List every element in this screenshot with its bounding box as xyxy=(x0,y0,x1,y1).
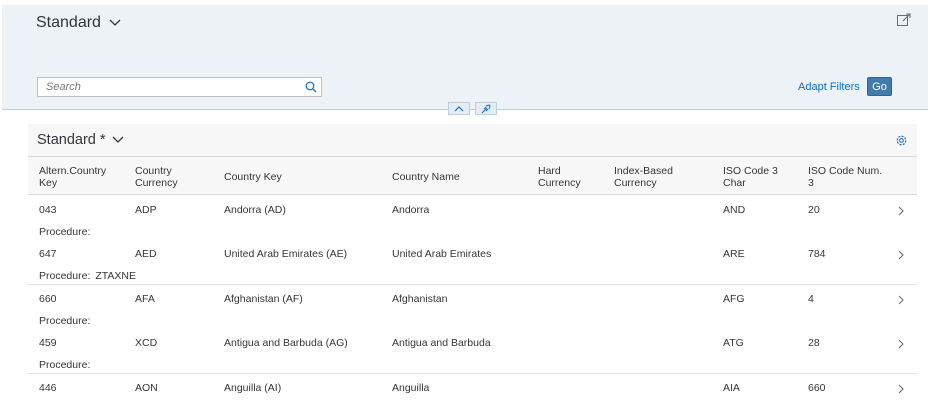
table-row[interactable]: 043 ADP Andorra (AD) Andorra AND 20 Proc… xyxy=(28,196,917,241)
variant-management[interactable]: Standard xyxy=(36,14,121,32)
go-button[interactable]: Go xyxy=(867,77,892,96)
cell-altern-country-key: 446 xyxy=(39,382,57,394)
table-row[interactable]: 459 XCD Antigua and Barbuda (AG) Antigua… xyxy=(28,329,917,374)
cell-country-currency: ADP xyxy=(135,204,157,216)
cell-iso-code-3-char: ATG xyxy=(723,337,744,349)
column-header-country-name[interactable]: Country Name xyxy=(392,171,460,183)
column-header-index-based-currency[interactable]: Index-Based Currency xyxy=(614,165,673,189)
pin-header-button[interactable] xyxy=(475,102,497,115)
table-title: Standard * xyxy=(37,132,106,148)
chevron-right-icon[interactable] xyxy=(897,250,905,260)
chevron-right-icon[interactable] xyxy=(897,295,905,305)
column-header-country-key[interactable]: Country Key xyxy=(224,171,282,183)
procedure-field: Procedure: ZTAXNE xyxy=(39,270,136,282)
cell-country-currency: XCD xyxy=(135,337,158,349)
cell-country-key: Afghanistan (AF) xyxy=(224,293,303,305)
procedure-field: Procedure: xyxy=(39,226,95,238)
pin-icon xyxy=(481,103,491,113)
search-icon[interactable] xyxy=(301,78,321,96)
cell-country-currency: AED xyxy=(135,248,157,260)
procedure-label: Procedure: xyxy=(39,270,91,282)
share-icon[interactable] xyxy=(896,12,912,28)
collapse-header-button[interactable] xyxy=(448,102,470,115)
procedure-field: Procedure: xyxy=(39,359,95,371)
chevron-up-icon xyxy=(454,106,464,112)
cell-country-name: Afghanistan xyxy=(392,293,448,305)
procedure-label: Procedure: xyxy=(39,359,91,371)
chevron-right-icon[interactable] xyxy=(897,206,905,216)
column-header-altern-country-key[interactable]: Altern.Country Key xyxy=(39,165,106,189)
chevron-down-icon xyxy=(112,136,123,143)
search-field[interactable] xyxy=(37,77,322,97)
cell-iso-code-num-3: 660 xyxy=(808,382,826,394)
cell-iso-code-3-char: AND xyxy=(723,204,746,216)
column-header-iso-code-3-char[interactable]: ISO Code 3 Char xyxy=(723,165,778,189)
cell-iso-code-num-3: 20 xyxy=(808,204,820,216)
cell-country-key: Anguilla (AI) xyxy=(224,382,282,394)
variant-title: Standard xyxy=(36,14,101,31)
table-toolbar: Standard * xyxy=(28,124,917,157)
cell-iso-code-num-3: 28 xyxy=(808,337,820,349)
adapt-filters-button[interactable]: Adapt Filters xyxy=(798,81,860,93)
cell-iso-code-num-3: 4 xyxy=(808,293,814,305)
table-row[interactable]: 647 AED United Arab Emirates (AE) United… xyxy=(28,240,917,285)
cell-altern-country-key: 459 xyxy=(39,337,57,349)
cell-country-currency: AON xyxy=(135,382,158,394)
chevron-right-icon[interactable] xyxy=(897,339,905,349)
cell-altern-country-key: 647 xyxy=(39,248,57,260)
cell-country-currency: AFA xyxy=(135,293,155,305)
cell-country-key: United Arab Emirates (AE) xyxy=(224,248,348,260)
search-input[interactable] xyxy=(38,78,301,96)
procedure-label: Procedure: xyxy=(39,315,91,327)
chevron-right-icon[interactable] xyxy=(897,384,905,394)
country-table: Standard * Altern.Country Key Country Curr… xyxy=(28,124,917,408)
cell-country-name: Andorra xyxy=(392,204,430,216)
cell-altern-country-key: 660 xyxy=(39,293,57,305)
cell-country-name: Antigua and Barbuda xyxy=(392,337,491,349)
procedure-field: Procedure: xyxy=(39,315,95,327)
procedure-label: Procedure: xyxy=(39,226,91,238)
cell-country-key: Antigua and Barbuda (AG) xyxy=(224,337,348,349)
column-header-row: Altern.Country Key Country Currency Countr… xyxy=(28,157,917,195)
column-header-country-currency[interactable]: Country Currency xyxy=(135,165,178,189)
column-header-iso-code-num-3[interactable]: ISO Code Num. 3 xyxy=(808,165,882,189)
cell-iso-code-num-3: 784 xyxy=(808,248,826,260)
cell-country-key: Andorra (AD) xyxy=(224,204,286,216)
column-header-hard-currency[interactable]: Hard Currency xyxy=(538,165,581,189)
cell-iso-code-3-char: AFG xyxy=(723,293,745,305)
cell-iso-code-3-char: ARE xyxy=(723,248,745,260)
chevron-down-icon xyxy=(109,19,121,26)
procedure-value: ZTAXNE xyxy=(95,270,137,282)
cell-country-name: United Arab Emirates xyxy=(392,248,492,260)
table-row[interactable]: 660 AFA Afghanistan (AF) Afghanistan AFG… xyxy=(28,285,917,330)
table-variant-management[interactable]: Standard * xyxy=(37,132,124,148)
settings-icon[interactable] xyxy=(895,134,908,147)
table-row[interactable]: 446 AON Anguilla (AI) Anguilla AIA 660 xyxy=(28,374,917,408)
cell-altern-country-key: 043 xyxy=(39,204,57,216)
cell-iso-code-3-char: AIA xyxy=(723,382,740,394)
cell-country-name: Anguilla xyxy=(392,382,430,394)
